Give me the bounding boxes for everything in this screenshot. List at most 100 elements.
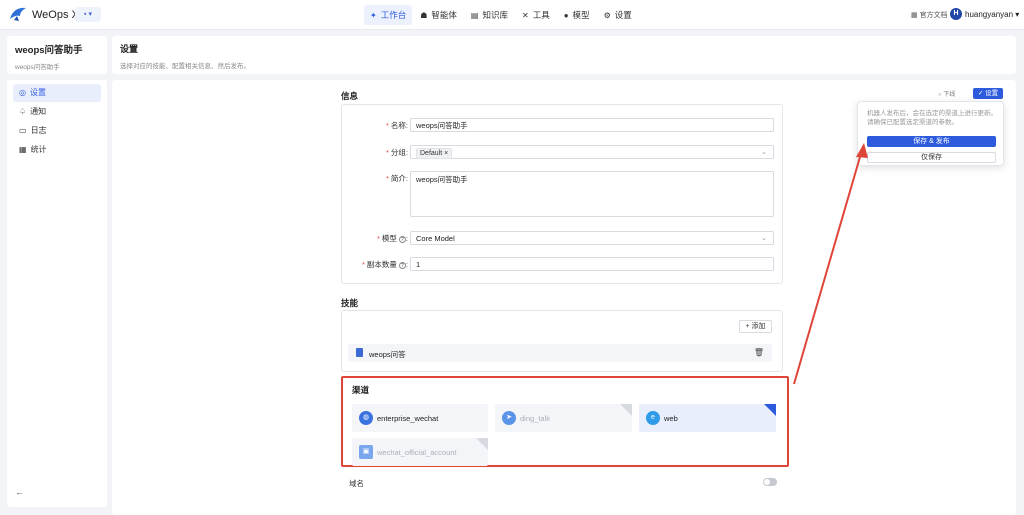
- domain-row: 域名: [341, 470, 789, 492]
- nav-item-workbench[interactable]: ✦ 工作台: [364, 5, 413, 25]
- sidebar-item-label: 统计: [30, 145, 47, 154]
- enterprise-wechat-icon: ◍: [359, 411, 373, 425]
- model-label: * 模型?:: [376, 234, 408, 243]
- gear-icon: ⚙: [603, 10, 611, 20]
- trash-icon[interactable]: 🗑: [754, 348, 764, 357]
- skills-card: [341, 310, 783, 372]
- bot-header: weops问答助手 weops问答助手: [7, 36, 107, 74]
- username: huangyanyan: [965, 10, 1014, 19]
- name-label: * 名称:: [385, 121, 408, 130]
- help-icon: ?: [398, 262, 406, 269]
- model-row: * 模型?: Core Model ⌄: [342, 231, 782, 245]
- help-icon: ?: [398, 236, 406, 243]
- channel-corner-mark: [476, 438, 488, 450]
- sidebar-item-label: 日志: [30, 126, 47, 135]
- replica-row: * 副本数量?:: [342, 257, 782, 271]
- app-switcher-button[interactable]: ▪ ▾: [75, 7, 101, 22]
- add-skill-button[interactable]: + 添加: [739, 320, 772, 333]
- nav-item-tools[interactable]: ✕ 工具: [516, 5, 556, 25]
- intro-label: * 简介:: [385, 174, 408, 183]
- book-icon: ▤: [470, 10, 479, 20]
- domain-toggle[interactable]: [763, 478, 777, 486]
- sidebar-item-notifications[interactable]: ♤ 通知: [13, 103, 101, 121]
- page-subtitle: 选择对应的技能、配置相关信息、然后发布。: [120, 63, 250, 70]
- nav-item-knowledge[interactable]: ▤ 知识库: [465, 5, 514, 25]
- sidebar-item-statistics[interactable]: ▦ 统计: [13, 141, 101, 159]
- channel-web[interactable]: e web: [639, 404, 776, 432]
- group-tag: Default ×: [416, 148, 453, 159]
- name-row: * 名称:: [342, 118, 782, 132]
- sidebar-item-settings[interactable]: ◎ 设置: [13, 84, 101, 102]
- username-menu[interactable]: huangyanyan ▾: [965, 10, 1019, 19]
- group-row: * 分组: Default × ⌄: [342, 145, 782, 159]
- channel-label: ding_talk: [520, 414, 551, 423]
- nav-label: 模型: [572, 10, 590, 20]
- name-input[interactable]: [410, 118, 774, 132]
- docs-link[interactable]: ▦ 官方文档: [911, 10, 948, 20]
- tools-icon: ✕: [521, 10, 529, 20]
- bot-subtitle: weops问答助手: [15, 64, 60, 71]
- bell-icon: ♤: [19, 107, 27, 116]
- main-nav: ✦ 工作台 ☗ 智能体 ▤ 知识库 ✕ 工具 ● 模型 ⚙ 设置: [364, 5, 638, 25]
- settings-circle-icon: ◎: [19, 88, 26, 97]
- bot-title: weops问答助手: [15, 45, 83, 56]
- intro-row: * 简介: weops问答助手: [342, 171, 782, 217]
- replica-input[interactable]: [410, 257, 774, 271]
- dolphin-logo-icon: [10, 7, 26, 21]
- chart-icon: ▦: [19, 145, 27, 154]
- nav-label: 工具: [532, 10, 550, 20]
- channel-label: enterprise_wechat: [377, 414, 439, 423]
- sidebar: ◎ 设置 ♤ 通知 ▭ 日志 ▦ 统计 ←: [7, 80, 107, 507]
- publish-message: 机器人发布后，会在选定的渠道上进行更新。请确保已配置选定渠道的参数。: [867, 110, 997, 126]
- avatar[interactable]: H: [950, 8, 962, 20]
- nav-item-agents[interactable]: ☗ 智能体: [414, 5, 463, 25]
- top-navigation-bar: WeOps X ▪ ▾ ✦ 工作台 ☗ 智能体 ▤ 知识库 ✕ 工具 ● 模型 …: [0, 0, 1024, 30]
- page-title: 设置: [120, 44, 139, 54]
- group-label: * 分组:: [385, 148, 408, 157]
- nav-label: 工作台: [380, 10, 407, 20]
- sidebar-item-logs[interactable]: ▭ 日志: [13, 122, 101, 140]
- app-name: WeOps X: [32, 9, 79, 21]
- offline-label: 下线: [943, 92, 956, 98]
- log-icon: ▭: [19, 126, 27, 135]
- collapse-sidebar-icon[interactable]: ←: [15, 487, 24, 497]
- nav-item-settings[interactable]: ⚙ 设置: [598, 5, 638, 25]
- save-only-button[interactable]: 仅保存: [867, 152, 996, 163]
- page-header: 设置 选择对应的技能、配置相关信息、然后发布。: [112, 36, 1016, 74]
- replica-label: * 副本数量?:: [361, 260, 408, 269]
- skill-icon: [356, 348, 363, 357]
- skill-label: weops问答: [369, 350, 406, 359]
- channel-corner-mark: [620, 404, 632, 416]
- intro-textarea[interactable]: weops问答助手: [410, 171, 774, 217]
- tag-close-icon[interactable]: ×: [444, 150, 448, 157]
- channel-enterprise-wechat[interactable]: ◍ enterprise_wechat: [352, 404, 488, 432]
- publish-popover: 机器人发布后，会在选定的渠道上进行更新。请确保已配置选定渠道的参数。 保存 & …: [857, 101, 1004, 166]
- offline-button[interactable]: ○ 下线: [938, 89, 955, 98]
- model-select[interactable]: Core Model ⌄: [410, 231, 774, 245]
- channel-ding-talk[interactable]: ➤ ding_talk: [495, 404, 632, 432]
- model-icon: ●: [563, 10, 569, 20]
- info-section-title: 信息: [341, 91, 359, 101]
- domain-label: 域名: [349, 479, 364, 488]
- skills-section-title: 技能: [341, 298, 359, 308]
- check-icon: ✓: [977, 90, 984, 97]
- channels-highlight-box: 渠道 ◍ enterprise_wechat ➤ ding_talk e web…: [341, 376, 789, 467]
- skill-item: weops问答 🗑: [348, 344, 772, 362]
- selected-corner-mark: [764, 404, 776, 416]
- channel-label: wechat_official_account: [377, 448, 457, 457]
- nav-item-models[interactable]: ● 模型: [558, 5, 596, 25]
- web-icon: e: [646, 411, 660, 425]
- sidebar-item-label: 设置: [29, 88, 46, 97]
- channel-wechat-official-account[interactable]: ▣ wechat_official_account: [352, 438, 488, 466]
- docs-link-label: 官方文档: [919, 12, 948, 19]
- channel-label: web: [664, 414, 678, 423]
- chevron-down-icon: ⌄: [761, 235, 767, 242]
- wechat-official-account-icon: ▣: [359, 445, 373, 459]
- agent-icon: ☗: [420, 10, 428, 20]
- nav-label: 设置: [614, 10, 632, 20]
- save-and-publish-button[interactable]: 保存 & 发布: [867, 136, 996, 147]
- group-select[interactable]: Default × ⌄: [410, 145, 774, 159]
- settings-button-label: 设置: [985, 90, 999, 97]
- nav-label: 智能体: [431, 10, 457, 20]
- settings-button[interactable]: ✓ 设置: [973, 88, 1003, 99]
